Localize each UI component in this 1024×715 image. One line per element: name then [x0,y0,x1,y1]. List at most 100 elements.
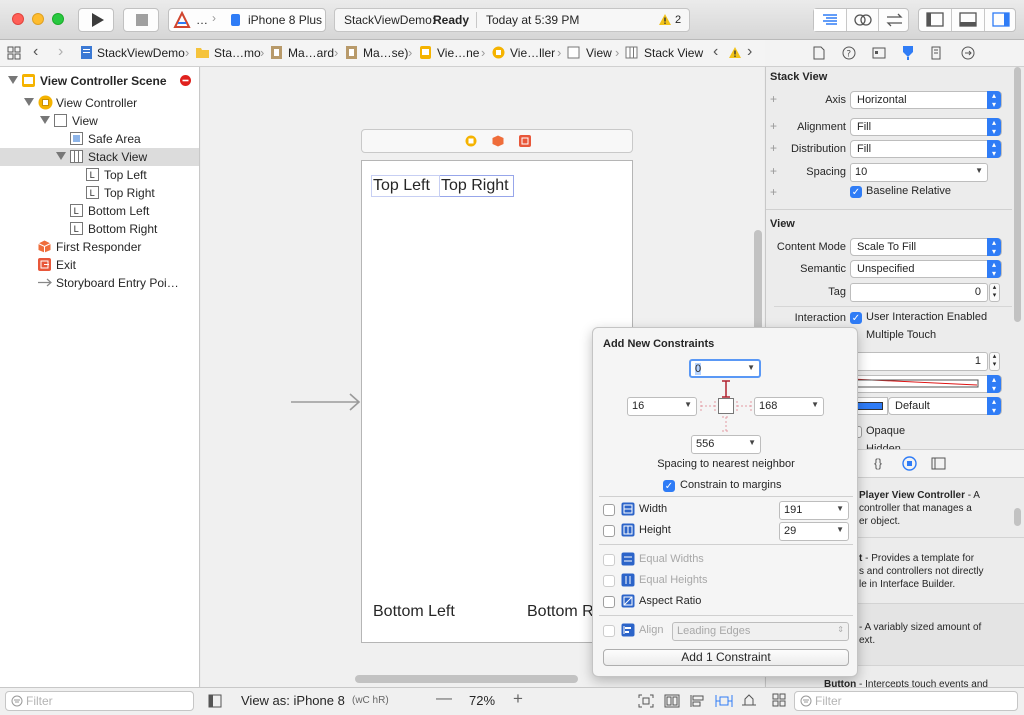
connections-inspector-icon[interactable] [961,46,975,60]
error-badge-icon[interactable] [180,75,191,86]
standard-editor-button[interactable] [814,9,846,31]
jumpbar-item-storyboard[interactable]: Ma…ard [288,46,334,60]
tag-stepper[interactable]: ▴ ▾ [989,283,1000,302]
user-interaction-checkbox[interactable]: ✓ [850,312,862,324]
attributes-inspector-icon[interactable] [901,45,915,61]
minimize-window-button[interactable] [32,13,44,25]
outline-row-scene[interactable]: View Controller Scene [0,72,199,90]
utilities-toggle-button[interactable] [984,9,1016,31]
outline-row-exit[interactable]: Exit [0,256,199,274]
debug-area-toggle-button[interactable] [951,9,984,31]
top-right-label[interactable]: Top Right [441,177,509,195]
top-constraint-strut-icon[interactable] [720,380,732,398]
tint-color-well[interactable] [850,375,988,393]
add-new-constraints-icon[interactable] [715,693,733,709]
code-snippet-library-icon[interactable]: {} [874,456,882,470]
top-left-label[interactable]: Top Left [373,177,430,195]
add-constraint-button[interactable]: Add 1 Constraint [603,649,849,666]
width-checkbox[interactable] [603,504,615,516]
navigator-toggle-button[interactable] [919,9,951,31]
bottom-constraint-strut-icon[interactable] [720,416,732,432]
canvas-horizontal-scrollbar[interactable] [355,675,578,683]
height-checkbox[interactable] [603,525,615,537]
next-issue-arrow-icon[interactable]: › [747,43,752,61]
zoom-out-button[interactable]: — [436,690,452,708]
toggle-outline-icon[interactable] [208,694,222,708]
trailing-constraint-strut-icon[interactable] [736,400,752,412]
aspect-ratio-checkbox[interactable] [603,596,615,608]
media-library-icon[interactable] [931,457,946,470]
top-spacing-combo[interactable]: 0 ▼ [689,359,761,378]
outline-row-first-responder[interactable]: First Responder [0,238,199,256]
disclosure-triangle-icon[interactable] [40,116,50,124]
version-editor-button[interactable] [878,9,909,31]
jumpbar-item-view-controller[interactable]: Vie…ller [510,46,555,60]
update-frames-icon[interactable] [638,694,654,708]
tag-field[interactable]: 0 [850,283,988,302]
inspector-scrollbar[interactable] [1014,67,1021,322]
background-color-popup[interactable]: Default ▴ ▾ [888,397,1002,415]
alpha-field[interactable]: 1 [850,352,988,371]
jumpbar-item-project[interactable]: StackViewDemo [97,46,185,60]
outline-row-top-left[interactable]: L Top Left [0,166,199,184]
run-button[interactable] [78,8,114,32]
related-items-grid-icon[interactable] [7,46,21,60]
exit-dock-icon[interactable] [519,135,531,147]
height-value-combo[interactable]: 29 ▼ [779,522,849,541]
width-value-combo[interactable]: 191 ▼ [779,501,849,520]
issue-warning-icon[interactable] [728,46,742,59]
align-popup[interactable]: Leading Edges ⇕ [672,622,849,641]
zoom-in-button[interactable]: + [513,689,523,709]
outline-filter-input[interactable]: Filter [5,691,194,711]
view-controller-dock-icon[interactable] [465,135,477,147]
align-checkbox[interactable] [603,625,615,637]
quick-help-icon[interactable]: ? [842,46,856,60]
distribution-popup[interactable]: Fill ▴ ▾ [850,140,1002,158]
disclosure-triangle-icon[interactable] [8,76,18,84]
bottom-spacing-combo[interactable]: 556 ▼ [691,435,761,454]
forward-arrow-icon[interactable]: › [58,43,63,61]
file-inspector-icon[interactable] [813,46,825,60]
identity-inspector-icon[interactable] [872,46,886,60]
library-grid-icon[interactable] [772,693,786,707]
leading-spacing-combo[interactable]: 16 ▼ [627,397,697,416]
object-library-icon[interactable] [902,456,917,471]
outline-row-view-controller[interactable]: View Controller [0,94,199,112]
scheme-selector[interactable]: … › iPhone 8 Plus [168,8,326,32]
constrain-margins-checkbox[interactable]: ✓ [663,480,675,492]
semantic-popup[interactable]: Unspecified ▴ ▾ [850,260,1002,278]
jumpbar-item-base[interactable]: Ma…se) [363,46,408,60]
first-responder-dock-icon[interactable] [492,135,504,147]
outline-row-top-right[interactable]: L Top Right [0,184,199,202]
align-constraints-icon[interactable] [690,694,706,708]
leading-constraint-strut-icon[interactable] [700,400,716,412]
bottom-left-label[interactable]: Bottom Left [373,603,455,621]
axis-popup[interactable]: Horizontal ▴ ▾ [850,91,1002,109]
close-window-button[interactable] [12,13,24,25]
outline-row-view[interactable]: View [0,112,199,130]
jumpbar-item-view[interactable]: View [586,46,612,60]
library-filter-input[interactable]: Filter [794,691,1018,711]
size-inspector-icon[interactable] [931,46,941,60]
zoom-window-button[interactable] [52,13,64,25]
assistant-editor-button[interactable] [846,9,878,31]
embed-in-stack-icon[interactable] [664,694,680,708]
outline-row-bottom-right[interactable]: L Bottom Right [0,220,199,238]
outline-row-safe-area[interactable]: Safe Area [0,130,199,148]
view-as-device[interactable]: View as: iPhone 8 [241,693,345,708]
outline-row-bottom-left[interactable]: L Bottom Left [0,202,199,220]
equal-heights-checkbox[interactable] [603,575,615,587]
content-mode-popup[interactable]: Scale To Fill ▴ ▾ [850,238,1002,256]
previous-issue-arrow-icon[interactable]: ‹ [713,43,718,61]
outline-row-stack-view[interactable]: Stack View [0,148,199,166]
jumpbar-item-stack-view[interactable]: Stack View [644,46,703,60]
alignment-popup[interactable]: Fill ▴ ▾ [850,118,1002,136]
alpha-stepper[interactable]: ▴ ▾ [989,352,1000,371]
library-scrollbar[interactable] [1014,508,1021,526]
jumpbar-item-group[interactable]: Sta…mo [214,46,261,60]
back-arrow-icon[interactable]: ‹ [33,43,38,61]
disclosure-triangle-icon[interactable] [56,152,66,160]
resolve-auto-layout-issues-icon[interactable] [741,693,757,709]
trailing-spacing-combo[interactable]: 168 ▼ [754,397,824,416]
warning-icon[interactable] [658,13,672,26]
